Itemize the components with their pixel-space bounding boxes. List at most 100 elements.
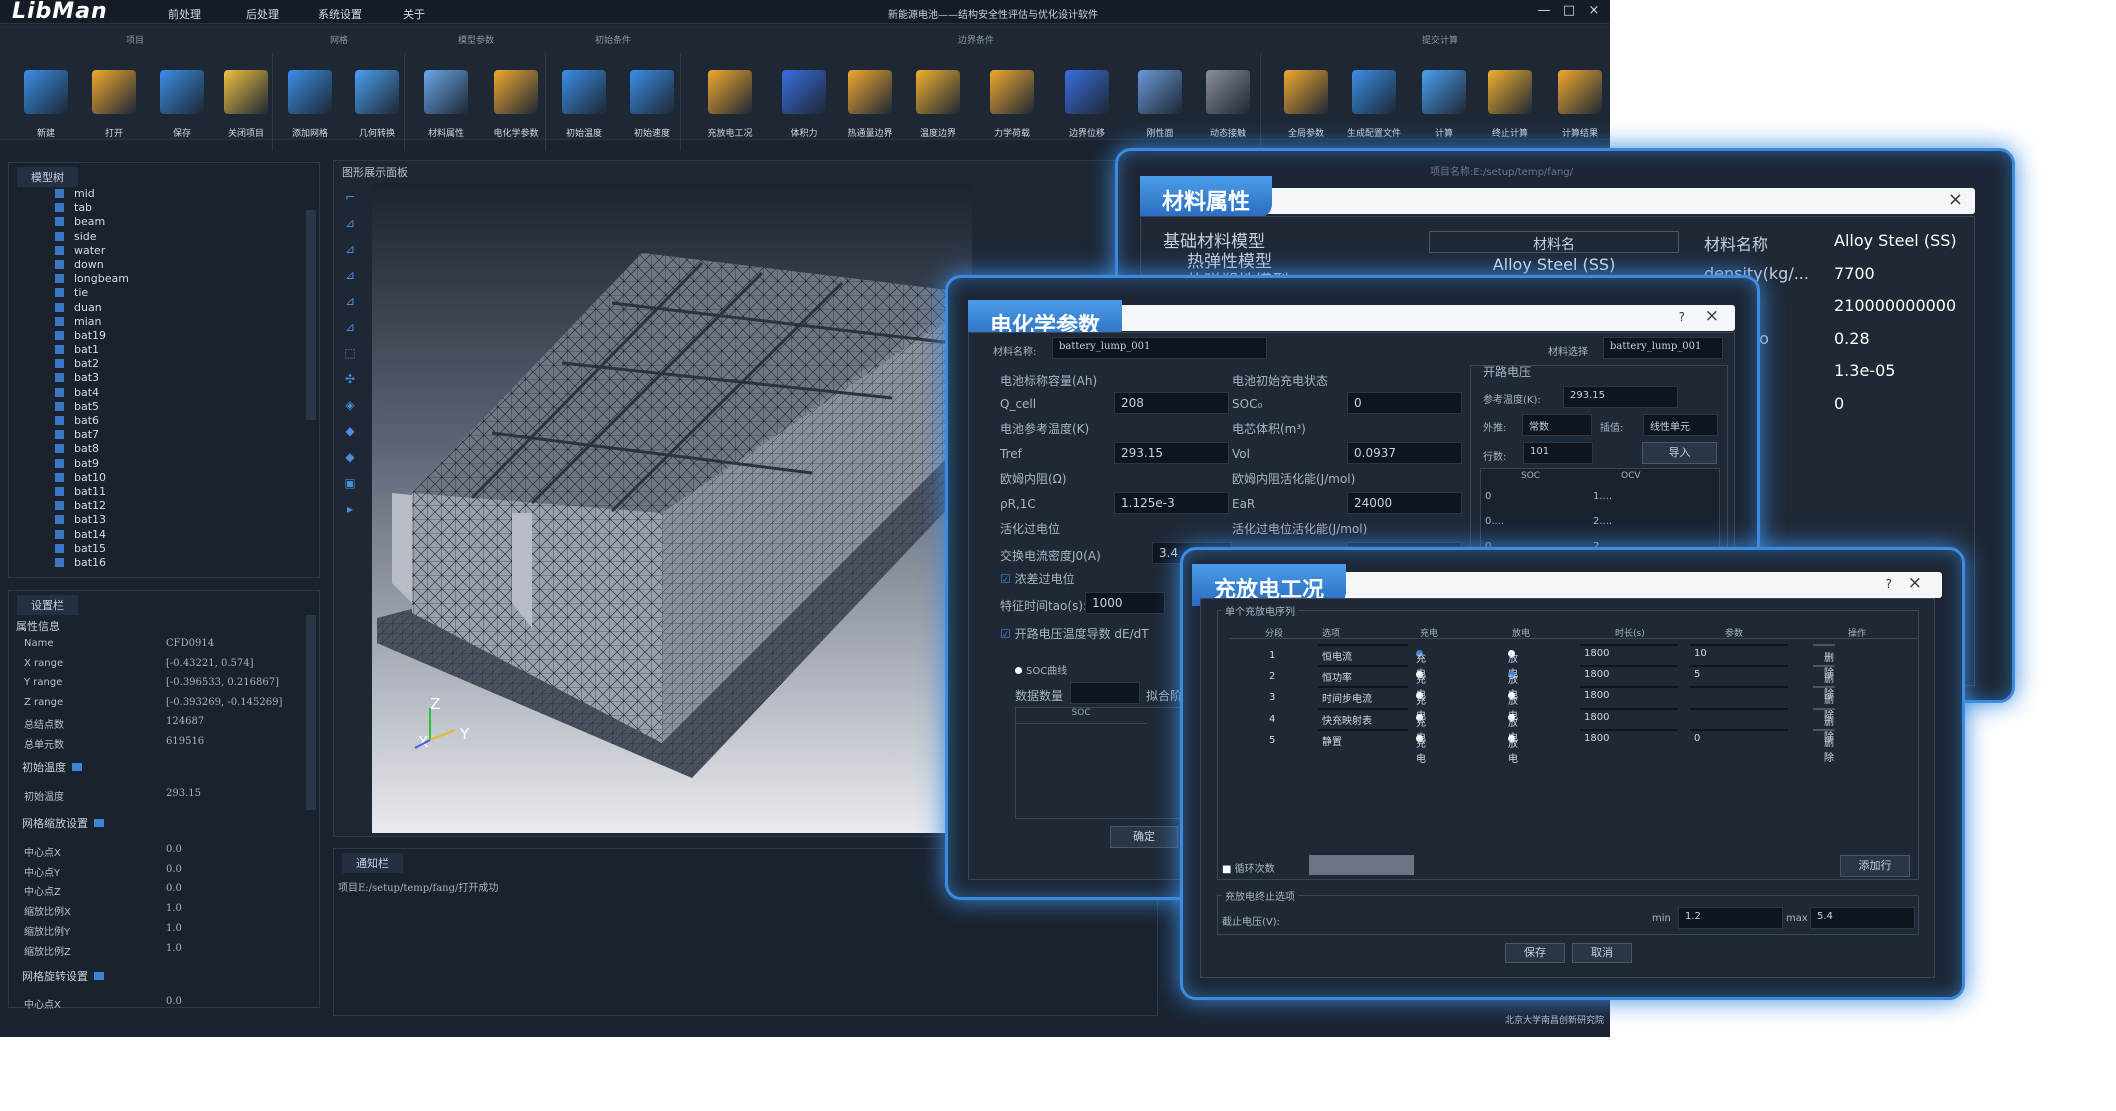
- q-cell-field[interactable]: 208: [1114, 392, 1229, 414]
- material-select[interactable]: battery_lump_001: [1603, 337, 1723, 359]
- tool-button[interactable]: 关闭项目: [214, 60, 278, 139]
- checkbox-icon[interactable]: [55, 373, 64, 383]
- maximize-button[interactable]: □: [1560, 3, 1578, 18]
- checkbox-icon[interactable]: [55, 444, 64, 454]
- ea-field[interactable]: 24000: [1347, 492, 1462, 514]
- cycle-field[interactable]: [1309, 855, 1414, 875]
- tree-item[interactable]: bat1: [55, 343, 129, 357]
- material-row[interactable]: Alloy Steel (SS): [1429, 255, 1679, 277]
- view-tool-icon[interactable]: ◈: [341, 398, 359, 414]
- tree-item[interactable]: longbeam: [55, 272, 129, 286]
- tree-item[interactable]: bat8: [55, 442, 129, 456]
- soc-curve-radio[interactable]: SOC曲线: [1015, 662, 1067, 677]
- extrap-select[interactable]: 常数: [1522, 414, 1592, 436]
- init-temp-value[interactable]: 293.15: [166, 788, 201, 799]
- tree-item[interactable]: bat13: [55, 513, 129, 527]
- checkbox-icon[interactable]: [55, 416, 64, 425]
- view-tool-icon[interactable]: ⌐: [341, 190, 359, 206]
- view-tool-icon[interactable]: ⊿: [341, 268, 359, 284]
- rotate-center-x-value[interactable]: 0.0: [166, 996, 182, 1007]
- view-tool-icon[interactable]: ⬚: [341, 346, 359, 362]
- table-cell[interactable]: 静置: [1318, 728, 1408, 748]
- tree-item[interactable]: bat10: [55, 471, 129, 485]
- tool-button[interactable]: 计算结果: [1548, 60, 1610, 139]
- tree-item[interactable]: mid: [55, 187, 129, 201]
- table-cell[interactable]: 1800: [1580, 728, 1678, 744]
- prop-value[interactable]: 124687: [166, 716, 204, 727]
- scale-value[interactable]: 1.0: [166, 903, 182, 914]
- tool-button[interactable]: 初始温度: [552, 60, 616, 139]
- checkbox-icon[interactable]: [55, 515, 64, 525]
- tree-item[interactable]: bat16: [55, 556, 129, 570]
- table-cell[interactable]: [1690, 686, 1788, 689]
- tree-item[interactable]: bat12: [55, 499, 129, 513]
- ok-button[interactable]: 确定: [1110, 826, 1178, 848]
- ocv-cell[interactable]: 2....: [1593, 516, 1612, 527]
- interp-select[interactable]: 线性单元: [1643, 414, 1718, 436]
- add-row-button[interactable]: 添加行: [1840, 855, 1910, 877]
- checkbox-icon[interactable]: [55, 274, 64, 284]
- tree-item[interactable]: bat5: [55, 400, 129, 414]
- tool-button[interactable]: 热通量边界: [838, 60, 902, 139]
- menu-settings[interactable]: 系统设置: [318, 6, 362, 22]
- checkbox-icon[interactable]: [55, 557, 64, 567]
- checkbox-icon[interactable]: [55, 259, 64, 269]
- vol-field[interactable]: 0.0937: [1347, 442, 1462, 464]
- table-cell[interactable]: 删除: [1813, 665, 1835, 700]
- ocv-cell[interactable]: 0....: [1485, 516, 1504, 527]
- table-cell[interactable]: 恒电流: [1318, 644, 1408, 663]
- tool-button[interactable]: 几何转换: [345, 60, 409, 139]
- scale-value[interactable]: 0.0: [166, 844, 182, 855]
- rho-field[interactable]: 1.125e-3: [1114, 492, 1229, 514]
- edit-icon[interactable]: [72, 763, 82, 771]
- menu-postprocess[interactable]: 后处理: [246, 6, 279, 22]
- table-cell[interactable]: 删除: [1813, 686, 1835, 721]
- soc0-field[interactable]: 0: [1347, 392, 1462, 414]
- prop-value[interactable]: [-0.396533, 0.216867]: [166, 677, 279, 688]
- table-cell[interactable]: 删除: [1813, 707, 1835, 743]
- tree-item[interactable]: bat15: [55, 542, 129, 556]
- checkbox-icon[interactable]: [55, 458, 64, 468]
- tool-button[interactable]: 材料属性: [414, 60, 478, 139]
- prop-value[interactable]: 619516: [166, 736, 204, 747]
- checkbox-icon[interactable]: [55, 430, 64, 440]
- table-cell[interactable]: 0: [1690, 728, 1788, 744]
- tree-item[interactable]: bat11: [55, 485, 129, 499]
- scrollbar[interactable]: [306, 210, 316, 420]
- material-name-field[interactable]: battery_lump_001: [1052, 337, 1267, 359]
- table-cell[interactable]: 1800: [1580, 665, 1678, 680]
- tree-item[interactable]: bat7: [55, 428, 129, 442]
- tree-item[interactable]: beam: [55, 215, 129, 229]
- checkbox-icon[interactable]: [55, 359, 64, 369]
- menu-about[interactable]: 关于: [403, 6, 425, 22]
- tref-field[interactable]: 293.15: [1114, 442, 1229, 464]
- checkbox-icon[interactable]: [55, 529, 64, 539]
- edit-icon[interactable]: [94, 972, 104, 980]
- tool-button[interactable]: 终止计算: [1478, 60, 1542, 139]
- count-field[interactable]: [1070, 682, 1140, 704]
- table-cell[interactable]: 5: [1690, 665, 1788, 680]
- close-icon[interactable]: ×: [1705, 306, 1719, 326]
- material-prop-value[interactable]: 0: [1834, 394, 1844, 413]
- close-button[interactable]: ×: [1585, 3, 1603, 18]
- tree-item[interactable]: bat19: [55, 329, 129, 343]
- tree-item[interactable]: bat6: [55, 414, 129, 428]
- view-tool-icon[interactable]: ⊿: [341, 242, 359, 258]
- tree-item[interactable]: bat9: [55, 457, 129, 471]
- minimize-button[interactable]: —: [1535, 3, 1553, 18]
- view-tool-icon[interactable]: ✣: [341, 372, 359, 388]
- checkbox-icon[interactable]: [55, 245, 64, 255]
- rows-spinbox[interactable]: 101: [1523, 442, 1593, 464]
- material-prop-value[interactable]: 7700: [1834, 264, 1875, 283]
- checkbox-icon[interactable]: [55, 231, 64, 241]
- scale-value[interactable]: 0.0: [166, 864, 182, 875]
- checkbox-icon[interactable]: [55, 501, 64, 511]
- tree-item[interactable]: water: [55, 244, 129, 258]
- tree-item[interactable]: mian: [55, 315, 129, 329]
- view-tool-icon[interactable]: ⊿: [341, 320, 359, 336]
- table-cell[interactable]: [1690, 707, 1788, 710]
- close-icon[interactable]: ×: [1908, 573, 1922, 593]
- max-field[interactable]: 5.4: [1810, 907, 1915, 929]
- material-prop-value[interactable]: Alloy Steel (SS): [1834, 231, 1957, 250]
- table-cell[interactable]: 1800: [1580, 644, 1678, 659]
